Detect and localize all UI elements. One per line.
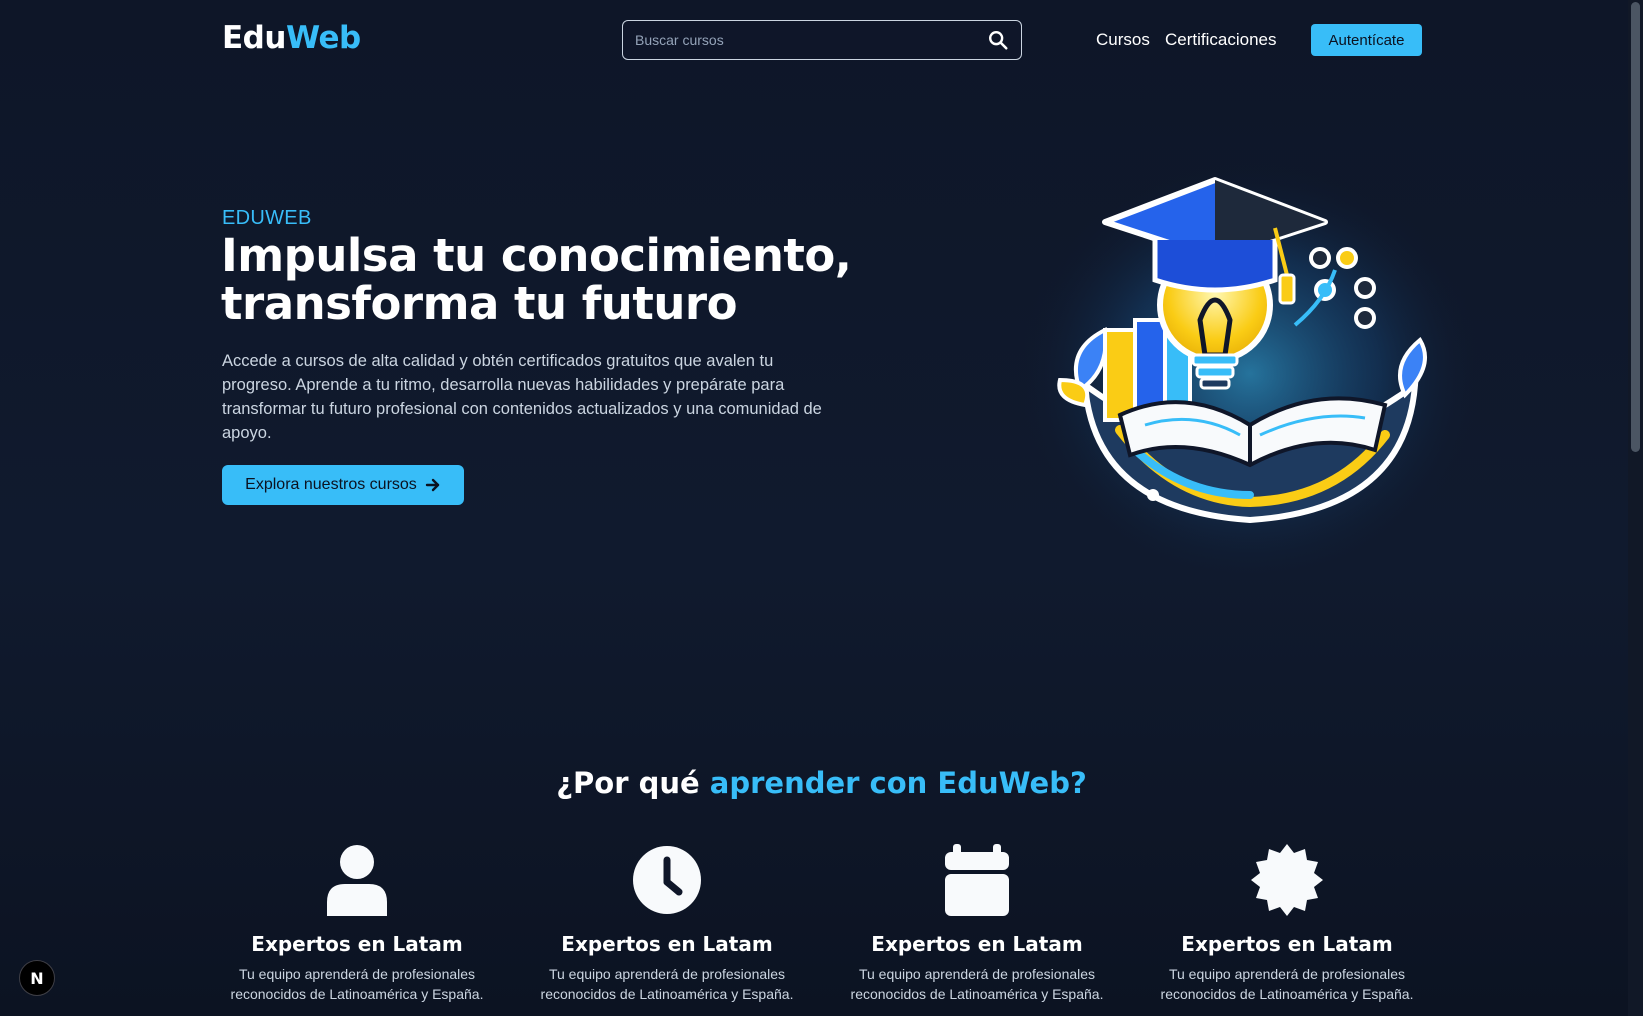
feature-description: Tu equipo aprenderá de profesionales rec… (1160, 966, 1414, 1002)
arrow-right-icon (425, 478, 440, 492)
auth-button[interactable]: Autentícate (1311, 24, 1422, 56)
hero-title-line-1: Impulsa tu conocimiento, (221, 229, 852, 282)
hero-eyebrow: EDUWEB (222, 207, 312, 229)
logo-part-web: Web (285, 20, 361, 56)
explore-courses-label: Explora nuestros cursos (245, 476, 417, 493)
site-header: EduWeb Cursos Certificaciones Autentícat… (0, 0, 1628, 80)
feature-description: Tu equipo aprenderá de profesionales rec… (850, 966, 1104, 1002)
feature-title: Expertos en Latam (561, 932, 773, 956)
feature-card-certificate: Expertos en Latam Tu equipo aprenderá de… (1137, 840, 1437, 1004)
feature-description: Tu equipo aprenderá de profesionales rec… (230, 966, 484, 1002)
why-title-highlight: aprender con EduWeb? (709, 766, 1087, 800)
feature-description: Tu equipo aprenderá de profesionales rec… (540, 966, 794, 1002)
page: EduWeb Cursos Certificaciones Autentícat… (0, 0, 1643, 1016)
search-box (622, 20, 1022, 60)
nav-link-cursos[interactable]: Cursos (1096, 30, 1150, 50)
page-scrollbar[interactable] (1628, 0, 1643, 1016)
logo[interactable]: EduWeb (222, 20, 361, 56)
calendar-icon (945, 844, 1009, 916)
scrollbar-thumb[interactable] (1631, 2, 1640, 452)
nav-link-certificaciones[interactable]: Certificaciones (1165, 30, 1277, 50)
why-title-part-1: ¿Por qué (556, 766, 710, 800)
feature-card-time: Expertos en Latam Tu equipo aprenderá de… (517, 840, 817, 1004)
feature-title: Expertos en Latam (871, 932, 1083, 956)
search-icon[interactable] (987, 29, 1009, 51)
hero-illustration (1025, 150, 1485, 580)
explore-courses-button[interactable]: Explora nuestros cursos (222, 465, 464, 505)
feature-card-schedule: Expertos en Latam Tu equipo aprenderá de… (827, 840, 1127, 1004)
hero-title: Impulsa tu conocimiento, transforma tu f… (221, 232, 881, 328)
search-input[interactable] (635, 21, 975, 58)
clock-icon (633, 846, 701, 914)
why-section-title: ¿Por qué aprender con EduWeb? (0, 766, 1643, 800)
certificate-icon (1251, 844, 1323, 916)
feature-card-experts: Expertos en Latam Tu equipo aprenderá de… (207, 840, 507, 1004)
hero-description: Accede a cursos de alta calidad y obtén … (222, 352, 822, 442)
feature-title: Expertos en Latam (1181, 932, 1393, 956)
logo-part-edu: Edu (222, 20, 286, 56)
hero-title-line-2: transforma tu futuro (221, 277, 737, 330)
nextjs-dev-badge[interactable]: N (19, 960, 55, 996)
feature-title: Expertos en Latam (251, 932, 463, 956)
user-icon (327, 845, 387, 916)
